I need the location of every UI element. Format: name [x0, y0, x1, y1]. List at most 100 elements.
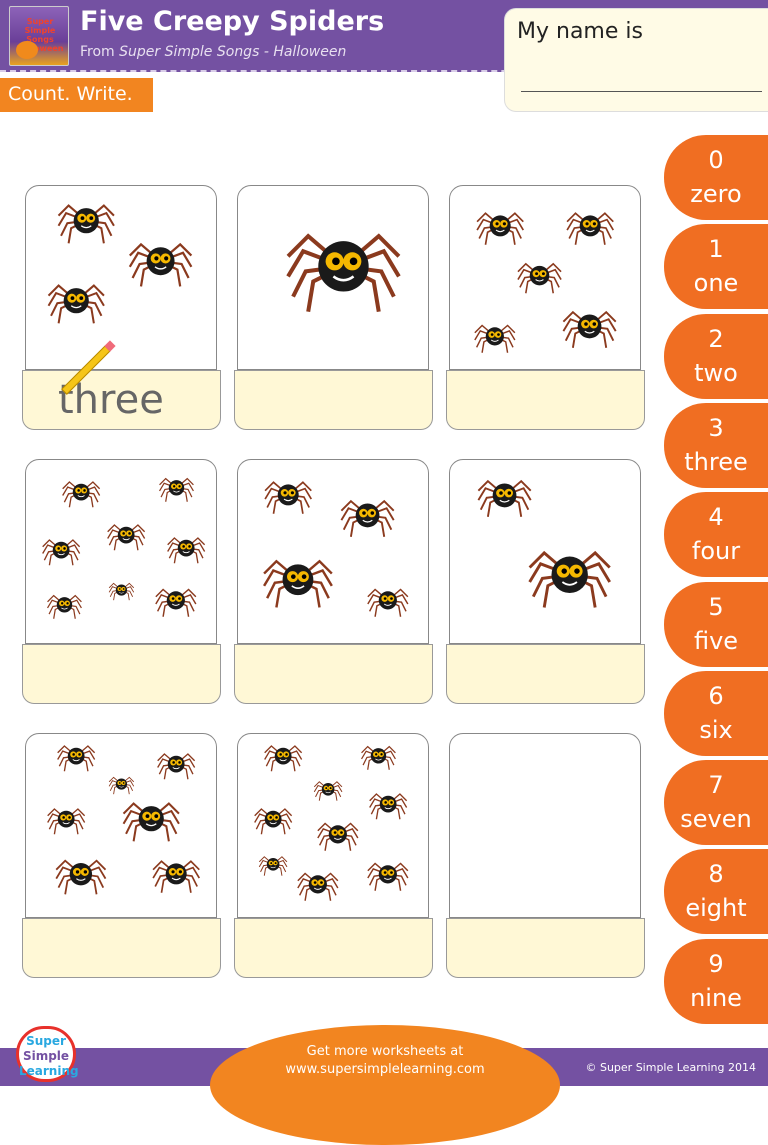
- number-tab: 0 zero: [664, 135, 768, 220]
- ssl-logo: Super Simple Learning: [16, 1026, 79, 1082]
- album-cover: Super Simple Songs Halloween: [9, 6, 69, 66]
- spider-card: [449, 733, 641, 918]
- answer-box[interactable]: [446, 918, 645, 978]
- footer-text: Get more worksheets at www.supersimplelea…: [230, 1043, 540, 1079]
- tab-digit: 1: [708, 235, 724, 264]
- answer-box[interactable]: [234, 370, 433, 430]
- spider-icon: [61, 480, 101, 508]
- spider-icon: [297, 872, 339, 901]
- spider-icon: [47, 284, 105, 324]
- answer-box[interactable]: three: [22, 370, 221, 430]
- name-input-line[interactable]: [521, 91, 762, 92]
- spider-card: [237, 459, 429, 644]
- spider-card: [237, 185, 429, 370]
- spider-icon: [57, 204, 115, 244]
- answer-box[interactable]: [446, 644, 645, 704]
- tab-word: one: [693, 269, 739, 298]
- spider-icon: [129, 242, 193, 287]
- spider-icon: [108, 582, 134, 601]
- pumpkin-icon: [16, 41, 38, 59]
- tab-digit: 9: [708, 949, 724, 978]
- tab-digit: 2: [708, 324, 724, 353]
- subtitle: From Super Simple Songs - Halloween: [80, 44, 346, 60]
- spider-icon: [285, 232, 401, 312]
- number-tab: 6 six: [664, 670, 768, 756]
- page-title: Five Creepy Spiders: [80, 6, 385, 37]
- footer-line1: Get more worksheets at: [306, 1044, 464, 1059]
- tab-digit: 3: [708, 413, 724, 442]
- spider-icon: [156, 752, 196, 780]
- name-box: My name is: [504, 8, 768, 112]
- tab-digit: 7: [708, 771, 724, 800]
- spider-icon: [566, 212, 614, 246]
- answer-box[interactable]: [234, 644, 433, 704]
- subtitle-prefix: From: [80, 44, 120, 60]
- tab-word: zero: [690, 180, 742, 208]
- spider-icon: [158, 477, 194, 502]
- tab-word: five: [693, 626, 739, 655]
- subtitle-source: Super Simple Songs - Halloween: [119, 44, 347, 60]
- spider-icon: [317, 822, 359, 851]
- spider-card: [25, 185, 217, 370]
- tab-digit: 8: [708, 860, 724, 889]
- answer-box[interactable]: [234, 918, 433, 978]
- tab-digit: 5: [708, 592, 724, 621]
- spider-icon: [56, 744, 96, 772]
- spider-icon: [55, 859, 107, 895]
- tab-digit: 0: [708, 146, 724, 174]
- spider-icon: [474, 324, 516, 353]
- spider-card: [25, 459, 217, 644]
- spider-card: [237, 733, 429, 918]
- spider-icon: [264, 481, 312, 515]
- spider-icon: [108, 776, 134, 795]
- spider-icon: [166, 536, 206, 564]
- tab-word: four: [691, 537, 741, 566]
- spider-card: [25, 733, 217, 918]
- number-tab: 1 one: [664, 224, 768, 310]
- number-tab: 7 seven: [664, 760, 768, 846]
- spider-icon: [46, 807, 86, 835]
- number-tab: 3 three: [664, 402, 768, 488]
- number-tab: 9 nine: [664, 938, 768, 1024]
- spider-icon: [122, 802, 180, 842]
- spider-icon: [476, 212, 524, 246]
- spider-icon: [41, 538, 81, 566]
- tab-word: six: [699, 715, 733, 744]
- answer-box[interactable]: [446, 370, 645, 430]
- spider-icon: [478, 479, 532, 517]
- spider-icon: [341, 499, 395, 537]
- logo-word: Super: [26, 1034, 66, 1048]
- spider-icon: [155, 588, 197, 617]
- name-label: My name is: [517, 19, 643, 44]
- number-tab: 8 eight: [664, 849, 768, 935]
- tab-word: nine: [690, 983, 742, 1012]
- answer-box[interactable]: [22, 918, 221, 978]
- spider-icon: [46, 594, 82, 619]
- number-tab: 2 two: [664, 313, 768, 399]
- footer-link[interactable]: www.supersimplelearning.com: [230, 1061, 540, 1079]
- spider-icon: [263, 559, 333, 608]
- number-tab: 4 four: [664, 492, 768, 578]
- spider-icon: [563, 310, 617, 348]
- tab-word: seven: [680, 805, 752, 834]
- spider-icon: [263, 744, 303, 772]
- tab-digit: 4: [708, 503, 724, 532]
- spider-icon: [258, 855, 288, 876]
- spider-icon: [152, 860, 200, 894]
- spider-icon: [367, 588, 409, 617]
- spider-icon: [360, 745, 396, 770]
- number-tab: 5 five: [664, 581, 768, 667]
- spider-card: [449, 459, 641, 644]
- copyright: © Super Simple Learning 2014: [585, 1061, 756, 1074]
- tab-digit: 6: [708, 681, 724, 710]
- spider-icon: [367, 862, 409, 891]
- answer-box[interactable]: [22, 644, 221, 704]
- logo-word: Learning: [19, 1064, 79, 1078]
- logo-word: Simple: [22, 1049, 70, 1063]
- spider-card: [449, 185, 641, 370]
- spider-icon: [253, 807, 293, 835]
- tab-word: three: [684, 447, 748, 476]
- spider-icon: [368, 792, 408, 820]
- tab-word: two: [694, 358, 738, 387]
- instruction: Count. Write.: [0, 78, 153, 112]
